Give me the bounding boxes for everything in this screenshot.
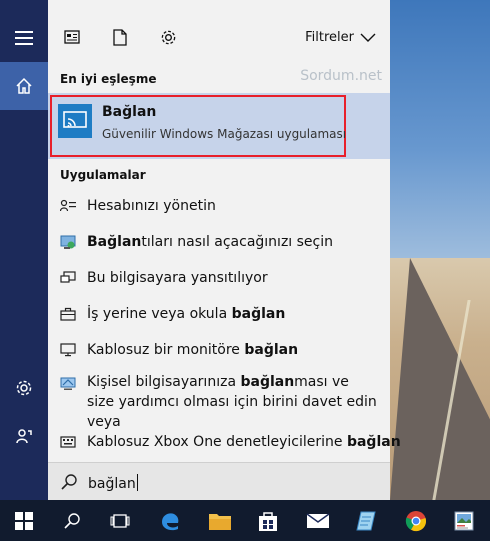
projecting-icon: [60, 270, 76, 286]
hamburger-menu-icon[interactable]: [0, 14, 48, 62]
notepad-icon[interactable]: [342, 500, 390, 541]
mail-icon[interactable]: [294, 500, 342, 541]
item-text: Hesabınızı yönetin: [87, 198, 216, 214]
image-viewer-icon[interactable]: [440, 500, 488, 541]
list-item[interactable]: Kişisel bilgisayarınıza bağlanması ve si…: [48, 368, 390, 430]
list-item[interactable]: Bağlantıları nasıl açacağınızı seçin: [48, 224, 390, 260]
control-panel-icon: [60, 234, 76, 250]
list-item[interactable]: Kablosuz bir monitöre bağlan: [48, 332, 390, 368]
chrome-browser-icon[interactable]: [392, 500, 440, 541]
monitor-icon: [60, 342, 76, 358]
apps-list: Hesabınızı yönetin Bağlantıları nasıl aç…: [48, 188, 401, 460]
best-match-result[interactable]: Bağlan Güvenilir Windows Mağazası uygula…: [48, 93, 390, 159]
list-item[interactable]: İş yerine veya okula bağlan: [48, 296, 390, 332]
remote-assistance-icon: [60, 376, 76, 392]
feedback-person-icon[interactable]: [0, 412, 48, 460]
item-bold: Bağlan: [87, 234, 142, 250]
list-item[interactable]: Bu bilgisayara yansıtılıyor: [48, 260, 390, 296]
item-text: Kablosuz bir monitöre: [87, 342, 245, 358]
document-icon[interactable]: [110, 27, 130, 47]
search-query: bağlan: [88, 476, 136, 492]
gear-icon[interactable]: [158, 27, 178, 47]
filters-dropdown[interactable]: Filtreler: [305, 30, 376, 45]
apps-heading: Uygulamalar: [60, 168, 146, 182]
chevron-down-icon: [360, 33, 376, 42]
windows-start-icon[interactable]: [0, 500, 48, 541]
item-bold: bağlan: [231, 306, 286, 322]
account-list-icon: [60, 198, 76, 214]
item-bold: bağlan: [240, 374, 295, 390]
best-match-subtitle: Güvenilir Windows Mağazası uygulaması: [102, 127, 347, 141]
settings-gear-icon[interactable]: [0, 364, 48, 412]
item-text: Kişisel bilgisayarınıza: [87, 374, 241, 390]
news-icon[interactable]: [62, 27, 82, 47]
highlight-box: [50, 95, 346, 157]
text-caret: [136, 474, 138, 491]
keyboard-icon: [60, 434, 76, 450]
list-item[interactable]: Kablosuz Xbox One denetleyicilerine bağl…: [48, 424, 401, 460]
watermark-text: Sordum.net: [300, 68, 382, 84]
briefcase-icon: [60, 306, 76, 322]
item-text: İş yerine veya okula: [87, 306, 232, 322]
search-box[interactable]: bağlan: [48, 462, 390, 501]
item-bold: bağlan: [346, 434, 401, 450]
best-match-heading: En iyi eşleşme: [60, 72, 157, 86]
home-icon[interactable]: [0, 62, 48, 110]
start-left-rail: [0, 0, 48, 500]
item-text: Bu bilgisayara yansıtılıyor: [87, 270, 268, 286]
task-view-icon[interactable]: [96, 500, 144, 541]
item-text-end: tıları nasıl açacağınızı seçin: [141, 234, 334, 250]
search-results-panel: Filtreler Sordum.net En iyi eşleşme Bağl…: [48, 0, 401, 501]
filter-toolbar: Filtreler: [48, 0, 390, 66]
filters-label: Filtreler: [305, 30, 354, 45]
search-icon: [61, 474, 77, 490]
item-bold: bağlan: [244, 342, 299, 358]
store-icon[interactable]: [244, 500, 292, 541]
item-text: Kablosuz Xbox One denetleyicilerine: [87, 434, 347, 450]
best-match-title: Bağlan: [102, 104, 157, 120]
connect-app-icon: [58, 104, 92, 138]
list-item[interactable]: Hesabınızı yönetin: [48, 188, 390, 224]
taskbar-search-icon[interactable]: [48, 500, 96, 541]
edge-browser-icon[interactable]: [146, 500, 194, 541]
taskbar: [0, 500, 490, 541]
file-explorer-icon[interactable]: [196, 500, 244, 541]
